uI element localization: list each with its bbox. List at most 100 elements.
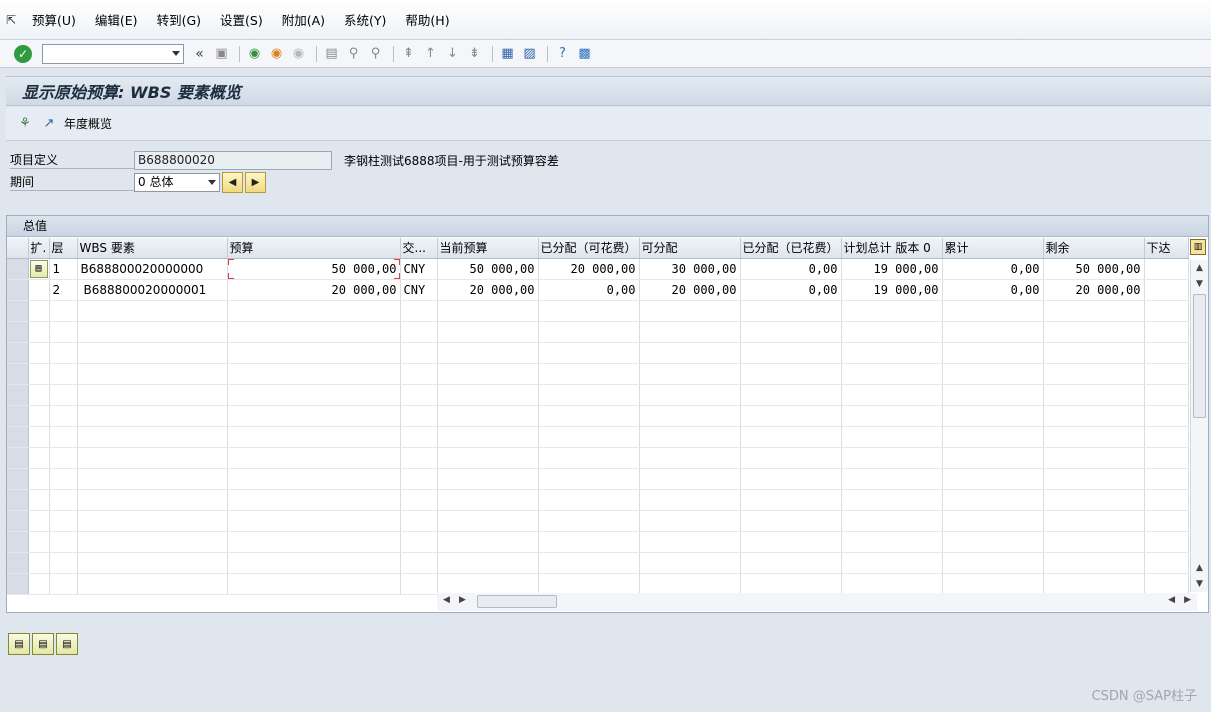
column-header[interactable]: WBS 要素: [77, 238, 228, 259]
empty-cell: [437, 447, 539, 469]
column-header[interactable]: 交...: [400, 238, 438, 259]
scroll-left-icon[interactable]: ◀: [443, 595, 450, 605]
empty-cell: [639, 468, 741, 490]
empty-cell: [841, 405, 943, 427]
empty-cell: [400, 384, 438, 406]
row-selector[interactable]: [7, 279, 29, 301]
row-selector[interactable]: [7, 258, 29, 280]
column-header[interactable]: 当前预算: [437, 238, 539, 259]
scroll-up-icon[interactable]: ▲: [1191, 560, 1208, 576]
table-row[interactable]: 2 B688800020000001 20 000,00 CNY 20 000,…: [7, 279, 1189, 301]
chevron-down-icon[interactable]: [172, 50, 180, 56]
scroll-thumb[interactable]: [1193, 294, 1206, 418]
menu-settings[interactable]: 设置(S): [220, 10, 263, 29]
period-select[interactable]: 0 总体: [134, 172, 220, 192]
row-selector[interactable]: [7, 573, 29, 595]
scroll-down-icon[interactable]: ▼: [1191, 576, 1208, 592]
exit-icon[interactable]: ◉: [267, 44, 286, 63]
scroll-right-icon[interactable]: ▶: [459, 595, 466, 605]
column-header[interactable]: 已分配（可花费）: [538, 238, 640, 259]
save-icon[interactable]: ▣: [212, 44, 231, 63]
row-selector[interactable]: [7, 531, 29, 553]
select-block-icon[interactable]: ▤: [32, 633, 54, 655]
vertical-scrollbar[interactable]: ▲ ▼ ▲ ▼: [1190, 260, 1208, 592]
row-selector[interactable]: [7, 426, 29, 448]
row-selector[interactable]: [7, 405, 29, 427]
menu-goto[interactable]: 转到(G): [157, 10, 201, 29]
row-selector[interactable]: [7, 342, 29, 364]
command-field[interactable]: [42, 43, 184, 64]
row-selector[interactable]: [7, 552, 29, 574]
menu-edit[interactable]: 编辑(E): [95, 10, 138, 29]
menu-extras[interactable]: 附加(A): [282, 10, 325, 29]
select-all-icon[interactable]: ▤: [8, 633, 30, 655]
row-selector[interactable]: [7, 363, 29, 385]
next-page-icon[interactable]: ↓: [443, 44, 462, 63]
help-icon[interactable]: ?: [553, 44, 572, 63]
column-header[interactable]: 扩.: [28, 238, 50, 259]
year-overview-button[interactable]: 年度概览: [64, 115, 112, 132]
column-layout-icon[interactable]: ▥: [1190, 239, 1206, 255]
row-selector[interactable]: [7, 510, 29, 532]
horizontal-scrollbar[interactable]: ◀ ▶ ◀ ▶: [437, 593, 1197, 611]
collapse-toolbar-icon[interactable]: «: [190, 44, 209, 63]
hierarchy-icon[interactable]: ⚘: [16, 116, 34, 132]
expand-icon[interactable]: ▤: [29, 259, 48, 278]
previous-page-icon[interactable]: ↑: [421, 44, 440, 63]
scroll-right-icon[interactable]: ▶: [1184, 595, 1191, 605]
menu-bar: ⇱ 预算(U) 编辑(E) 转到(G) 设置(S) 附加(A) 系统(Y) 帮助…: [0, 0, 1211, 40]
empty-row: [7, 405, 1189, 427]
row-selector[interactable]: [7, 300, 29, 322]
customize-layout-icon[interactable]: ▩: [575, 44, 594, 63]
column-header[interactable]: 下达: [1144, 238, 1189, 259]
row-selector[interactable]: [7, 447, 29, 469]
scroll-up-icon[interactable]: ▲: [1191, 260, 1208, 276]
empty-cell: [740, 300, 842, 322]
project-field[interactable]: B688800020: [134, 150, 332, 170]
empty-cell: [77, 447, 228, 469]
row-selector[interactable]: [7, 321, 29, 343]
find-next-icon[interactable]: ⚲: [366, 44, 385, 63]
column-header[interactable]: 层: [49, 238, 78, 259]
wbs-cell[interactable]: B688800020000001: [77, 279, 228, 301]
column-header[interactable]: 计划总计 版本 0: [841, 238, 943, 259]
print-icon[interactable]: ▤: [322, 44, 341, 63]
deselect-all-icon[interactable]: ▤: [56, 633, 78, 655]
back-icon[interactable]: ◉: [245, 44, 264, 63]
menu-system[interactable]: 系统(Y): [344, 10, 386, 29]
scroll-down-icon[interactable]: ▼: [1191, 276, 1208, 292]
new-session-icon[interactable]: ▦: [498, 44, 517, 63]
empty-cell: [437, 531, 539, 553]
find-icon[interactable]: ⚲: [344, 44, 363, 63]
currency-cell: CNY: [400, 258, 438, 280]
scroll-thumb[interactable]: [477, 595, 557, 608]
empty-cell: [400, 321, 438, 343]
menu-help[interactable]: 帮助(H): [405, 10, 449, 29]
table-row[interactable]: ▤ 1 B688800020000000 50 000,00 CNY 50 00…: [7, 258, 1189, 280]
period-previous-button[interactable]: ◀: [222, 171, 243, 193]
menu-exit-icon[interactable]: ⇱: [6, 13, 22, 27]
row-selector[interactable]: [7, 468, 29, 490]
select-all-header[interactable]: [7, 238, 29, 259]
column-header[interactable]: 预算: [227, 238, 401, 259]
enter-check-icon[interactable]: ✓: [14, 44, 32, 63]
wbs-cell[interactable]: B688800020000000: [77, 258, 228, 280]
column-header[interactable]: 剩余: [1043, 238, 1145, 259]
period-next-button[interactable]: ▶: [245, 171, 266, 193]
budget-input[interactable]: 20 000,00: [227, 279, 401, 301]
row-selector[interactable]: [7, 384, 29, 406]
cancel-icon[interactable]: ◉: [289, 44, 308, 63]
column-header[interactable]: 累计: [942, 238, 1044, 259]
first-page-icon[interactable]: ⇞: [399, 44, 418, 63]
column-header[interactable]: 可分配: [639, 238, 741, 259]
shortcut-icon[interactable]: ▨: [520, 44, 539, 63]
column-header[interactable]: 已分配（已花费）: [740, 238, 842, 259]
budget-input[interactable]: 50 000,00: [227, 258, 401, 280]
scroll-left-icon[interactable]: ◀: [1168, 595, 1175, 605]
last-page-icon[interactable]: ⇟: [465, 44, 484, 63]
expand-cell[interactable]: ▤: [28, 258, 50, 280]
year-overview-icon[interactable]: ↗: [40, 116, 58, 132]
chevron-down-icon[interactable]: [208, 179, 216, 185]
menu-budget[interactable]: 预算(U): [32, 10, 76, 29]
row-selector[interactable]: [7, 489, 29, 511]
